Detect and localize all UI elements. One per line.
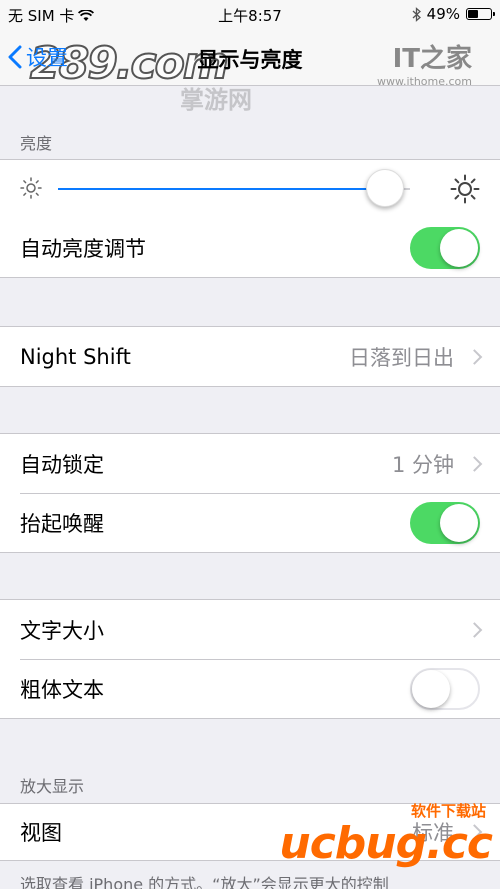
sun-large-icon <box>450 174 480 204</box>
toggle-knob <box>440 503 478 542</box>
watermark-ithome: IT之家 www.ithome.com <box>377 38 472 88</box>
text-group: 文字大小 粗体文本 <box>0 599 500 719</box>
bold-text-toggle[interactable] <box>410 667 480 710</box>
auto-lock-label: 自动锁定 <box>20 452 104 477</box>
bold-text-label: 粗体文本 <box>20 677 104 702</box>
ithome-url: www.ithome.com <box>376 75 472 88</box>
ucbug-subtitle: 软件下载站 <box>410 802 486 820</box>
bold-text-row[interactable]: 粗体文本 <box>0 659 500 718</box>
watermark-289-subtitle: 掌游网 <box>180 86 252 114</box>
navigation-bar: 289.com 掌游网 设置 显示与亮度 IT之家 www.ithome.com <box>0 30 500 114</box>
ithome-logo: IT之家 <box>392 44 472 74</box>
brightness-slider-row <box>0 160 500 218</box>
auto-lock-value: 1 分钟 <box>391 452 454 477</box>
bluetooth-icon <box>412 6 421 22</box>
night-shift-value: 日落到日出 <box>349 345 454 370</box>
auto-brightness-toggle[interactable] <box>410 226 480 269</box>
text-size-row[interactable]: 文字大小 <box>0 600 500 659</box>
zoom-section-header: 放大显示 <box>20 777 85 796</box>
brightness-slider[interactable] <box>58 169 410 207</box>
brightness-section-header: 亮度 <box>20 134 53 153</box>
brightness-group: 自动亮度调节 <box>0 159 500 278</box>
watermark-ucbug: 软件下载站 ucbug.cc <box>279 802 493 869</box>
chevron-right-icon <box>466 621 483 638</box>
zoom-view-label: 视图 <box>20 821 62 845</box>
toggle-knob <box>412 669 450 708</box>
night-shift-label: Night Shift <box>20 344 131 369</box>
toggle-knob <box>440 228 478 267</box>
battery-fill <box>468 10 479 18</box>
lock-group: 自动锁定 1 分钟 抬起唤醒 <box>0 433 500 553</box>
raise-to-wake-toggle[interactable] <box>410 501 480 544</box>
raise-to-wake-label: 抬起唤醒 <box>20 511 104 536</box>
status-bar: 无 SIM 卡 上午8:57 49% <box>0 0 500 30</box>
auto-lock-row[interactable]: 自动锁定 1 分钟 <box>0 434 500 493</box>
chevron-right-icon <box>466 348 483 365</box>
brightness-slider-fill <box>58 188 386 190</box>
raise-to-wake-row[interactable]: 抬起唤醒 <box>0 493 500 552</box>
battery-percent: 49% <box>426 5 460 23</box>
chevron-right-icon <box>466 455 483 472</box>
ucbug-logo: ucbug.cc <box>279 818 493 869</box>
status-right: 49% <box>412 5 495 23</box>
night-shift-row[interactable]: Night Shift 日落到日出 <box>0 327 500 386</box>
night-shift-group: Night Shift 日落到日出 <box>0 326 500 387</box>
zoom-footer-text: 选取查看 iPhone 的方式。“放大”会显示更大的控制 <box>20 875 389 889</box>
auto-brightness-label: 自动亮度调节 <box>20 236 146 261</box>
battery-icon <box>466 8 495 20</box>
brightness-slider-thumb[interactable] <box>366 169 405 207</box>
text-size-label: 文字大小 <box>20 618 104 643</box>
auto-brightness-row[interactable]: 自动亮度调节 <box>0 218 500 277</box>
sun-small-icon <box>20 177 42 199</box>
